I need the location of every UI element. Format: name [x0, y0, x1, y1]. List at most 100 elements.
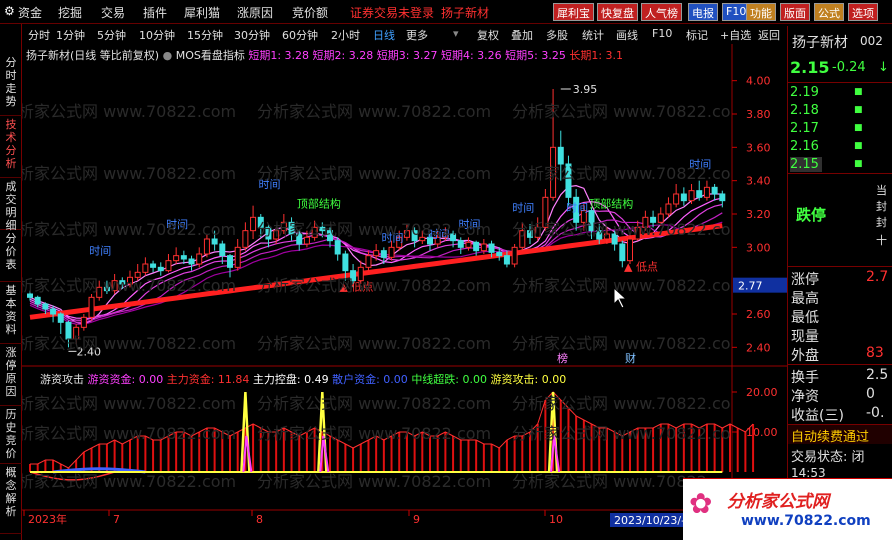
price-tick-label: 3.20	[746, 208, 771, 221]
gongshi-button[interactable]: 公式	[814, 3, 844, 21]
menu-bar: ⚙ 资金 挖掘 交易 插件 犀利猫 涨原因 竞价额 证券交易未登录 扬子新材 犀…	[0, 0, 892, 24]
price-tick-label: 2.60	[746, 308, 771, 321]
dianbao-button[interactable]: 电报	[688, 3, 718, 21]
add-watchlist-button[interactable]: +自选	[720, 27, 751, 43]
menu-item-jiaoyi[interactable]: 交易	[101, 4, 125, 21]
price-tick-label: 4.00	[746, 75, 771, 88]
xilibao-button[interactable]: 犀利宝	[553, 3, 594, 21]
book-bar: ■	[854, 105, 863, 115]
field-label: 净资	[791, 389, 819, 405]
side-glyph: 封	[876, 216, 887, 229]
auto-renew-notice[interactable]: 自动续费通过	[791, 426, 869, 445]
date-tick-label: 10	[549, 513, 563, 526]
banmian-button[interactable]: 版面	[780, 3, 810, 21]
period-2hour[interactable]: 2小时	[331, 27, 360, 43]
field-label: 最高	[791, 291, 819, 307]
toolbar-f10-button[interactable]: F10	[652, 27, 672, 40]
biaoji-button[interactable]: 标记	[686, 27, 708, 43]
watermark-text: 分析家公式网 www.70822.com	[512, 334, 732, 353]
tab-lishijingjia[interactable]: 历史竞价	[0, 406, 22, 464]
menu-item-zhangyuanyin[interactable]: 涨原因	[237, 4, 273, 21]
legend-short3: 短期3: 3.27	[376, 49, 438, 62]
tongji-button[interactable]: 统计	[582, 27, 604, 43]
book-price: 2.16	[790, 139, 819, 154]
field-value: 2.5	[866, 367, 889, 383]
settings-gear-icon[interactable]: ⚙	[4, 4, 15, 18]
watermark-text: 分析家公式网 www.70822.com	[257, 394, 492, 413]
menu-item-chajian[interactable]: 插件	[143, 4, 167, 21]
side-glyph: 当	[876, 184, 887, 197]
fuquan-button[interactable]: 复权	[477, 27, 499, 43]
period-30min[interactable]: 30分钟	[234, 27, 270, 43]
login-warning[interactable]: 证券交易未登录	[350, 4, 434, 21]
quote-panel: 扬子新材 002 2.15 -0.24 ↓ 2.19 2.18 2.17 2.1…	[787, 26, 892, 540]
period-15min[interactable]: 15分钟	[187, 27, 223, 43]
watermark-text: 分析家公式网 www.70822.com	[512, 220, 732, 239]
watermark-text: 分析家公式网 www.70822.com	[257, 220, 492, 239]
watermark-text: 分析家公式网 www.70822.com	[257, 102, 492, 121]
watermark-text: 分析家公式网 www.70822.com	[512, 424, 732, 443]
book-price-current[interactable]: 2.15	[790, 157, 822, 172]
xuanxiang-button[interactable]: 选项	[848, 3, 878, 21]
order-book: 2.19 2.18 2.17 2.16 2.15 ■ ■ ■ ■ ■	[788, 82, 892, 174]
site-logo: ✿ 分析家公式网 www.70822.com	[683, 478, 892, 540]
period-fenshi[interactable]: 分时	[28, 27, 50, 43]
indicator-name[interactable]: MOS看盘指标	[176, 49, 245, 62]
back-button[interactable]: 返回	[758, 27, 780, 43]
date-tick-label: 2023年	[28, 512, 67, 526]
trade-status: 交易状态: 闭	[791, 450, 865, 465]
field-label: 外盘	[791, 348, 819, 364]
period-60min[interactable]: 60分钟	[282, 27, 318, 43]
menu-item-jingjiae[interactable]: 竞价额	[292, 4, 328, 21]
limit-down-status: 跌停	[796, 206, 827, 224]
chart-title: 扬子新材(日线 等比前复权)	[26, 49, 160, 62]
sub-indicator-name[interactable]: 游资攻击	[40, 373, 84, 386]
tab-jishufenxi[interactable]: 技术分析	[0, 116, 22, 178]
more-dropdown-icon[interactable]: ▾	[453, 27, 459, 40]
period-10min[interactable]: 10分钟	[139, 27, 175, 43]
menu-item-wajue[interactable]: 挖掘	[58, 4, 82, 21]
side-glyph: 十	[876, 234, 887, 247]
price-tick-label: 3.80	[746, 108, 771, 121]
sub-tick-label: 10.00	[746, 426, 778, 439]
watermark-text: 分析家公式网 www.70822.com	[512, 164, 732, 183]
price-tick-label: 2.40	[746, 341, 771, 354]
period-toolbar: 分时 1分钟 5分钟 10分钟 15分钟 30分钟 60分钟 2小时 日线 更多…	[22, 26, 787, 44]
tab-chengjiaomingxi[interactable]: 成交明细	[0, 178, 22, 232]
watermark-layer: 分析家公式网 www.70822.com 分析家公式网 www.70822.com…	[22, 44, 732, 514]
menu-item-zijin[interactable]: 资金	[18, 4, 42, 21]
period-1min[interactable]: 1分钟	[56, 27, 85, 43]
tab-fenjiabiao[interactable]: 分价表	[0, 230, 22, 282]
current-stock-name: 扬子新材	[441, 6, 490, 20]
field-label: 收益(三)	[791, 408, 844, 424]
legend-short4: 短期4: 3.26	[440, 49, 502, 62]
quote-fields: 涨停 2.7 最高 最低 现量 外盘 83	[788, 266, 892, 364]
current-price-tag-label: 2.77	[738, 280, 763, 293]
quote-stock-code: 002	[860, 34, 883, 48]
quote-change: -0.24	[832, 60, 866, 75]
renqibang-button[interactable]: 人气榜	[641, 3, 682, 21]
duogu-button[interactable]: 多股	[546, 27, 568, 43]
period-daily[interactable]: 日线	[373, 27, 395, 43]
book-bar: ■	[854, 159, 863, 169]
indicator-settings-icon[interactable]: ●	[163, 49, 173, 62]
sub-legend: 游资攻击 游资资金: 0.00 主力资金: 11.84 主力控盘: 0.49 散…	[40, 371, 566, 387]
tab-jibenziliao[interactable]: 基本资料	[0, 282, 22, 344]
price-tick-label: 3.40	[746, 175, 771, 188]
date-tick-label: 8	[256, 513, 263, 526]
diejia-button[interactable]: 叠加	[511, 27, 533, 43]
legend-short2: 短期2: 3.28	[312, 49, 374, 62]
period-5min[interactable]: 5分钟	[97, 27, 126, 43]
kuaifupan-button[interactable]: 快复盘	[597, 3, 638, 21]
huaxian-button[interactable]: 画线	[616, 27, 638, 43]
notice-bar: 自动续费通过	[788, 424, 892, 445]
tab-gainianjiexi[interactable]: 概念解析	[0, 464, 22, 534]
gongneng-button[interactable]: 功能	[746, 3, 776, 21]
book-bar: ■	[854, 141, 863, 151]
tab-fenshi[interactable]: 分时走势	[0, 54, 22, 116]
book-price: 2.17	[790, 121, 819, 136]
menu-item-xilimao[interactable]: 犀利猫	[184, 4, 220, 21]
tab-zhangtingyuanyin[interactable]: 涨停原因	[0, 344, 22, 406]
watermark-text: 分析家公式网 www.70822.com	[257, 276, 492, 295]
period-more[interactable]: 更多	[406, 27, 428, 43]
